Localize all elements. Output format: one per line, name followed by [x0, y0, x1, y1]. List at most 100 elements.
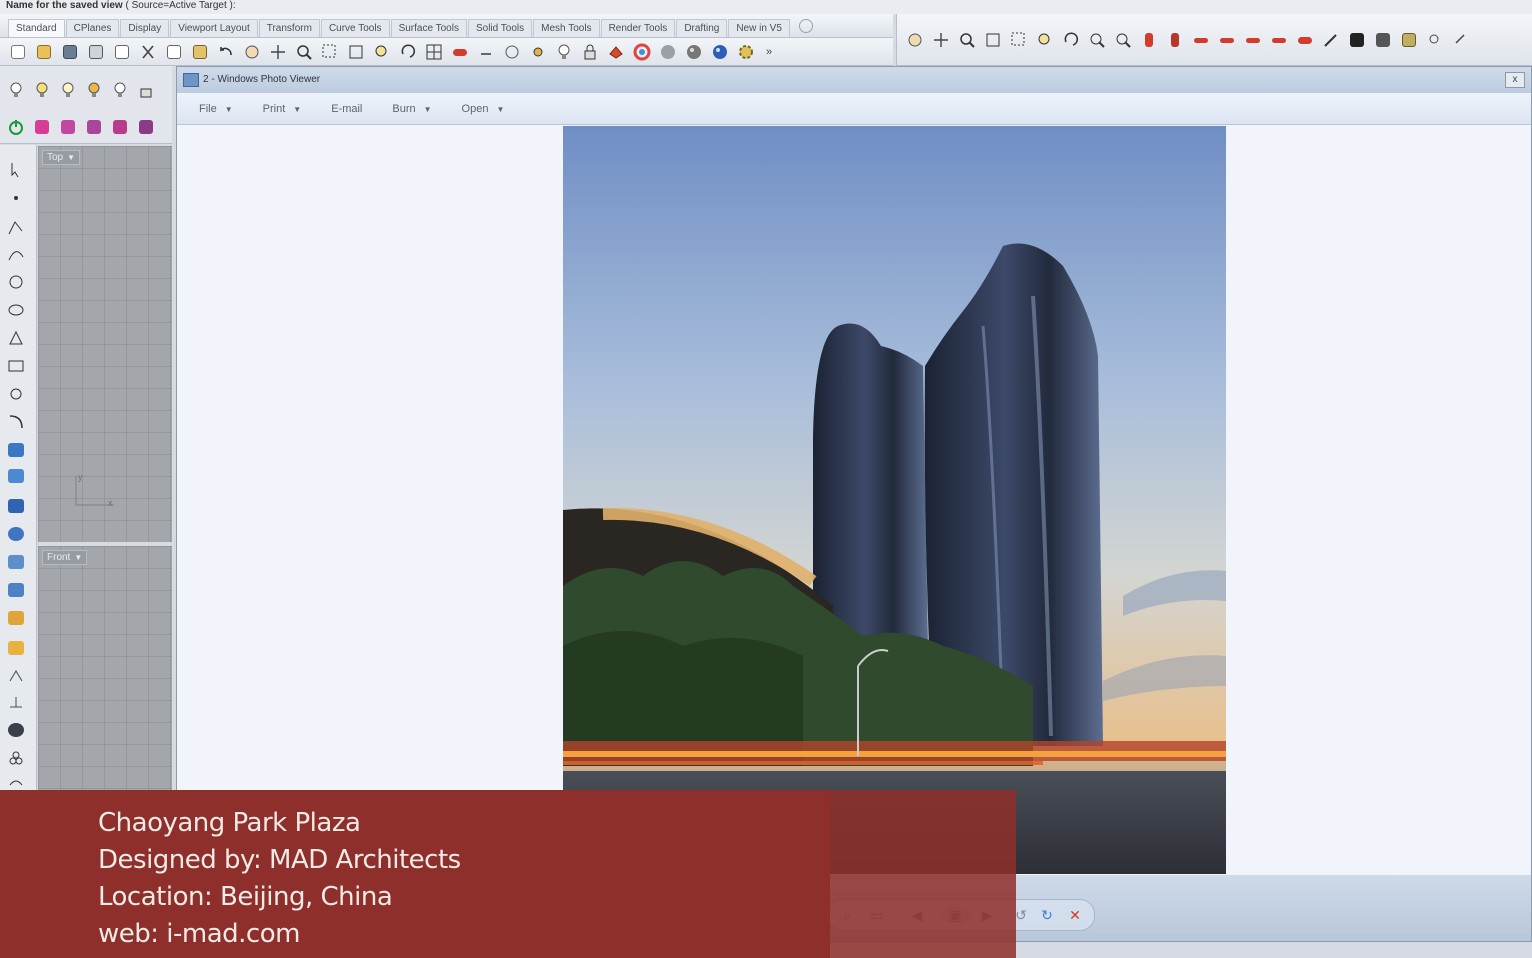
- render-sphere-icon[interactable]: [658, 42, 678, 62]
- tab-standard[interactable]: Standard: [8, 19, 65, 37]
- curve-icon[interactable]: [6, 245, 26, 263]
- tab-surface-tools[interactable]: Surface Tools: [390, 19, 467, 37]
- select-arrow-icon[interactable]: [6, 161, 26, 179]
- tab-viewport-layout[interactable]: Viewport Layout: [170, 19, 258, 37]
- rotate-view-icon[interactable]: [398, 42, 418, 62]
- copy-icon[interactable]: [164, 42, 184, 62]
- undo-icon[interactable]: [216, 42, 236, 62]
- camera-icon[interactable]: [1347, 30, 1367, 50]
- zoom-selected-icon[interactable]: [372, 42, 392, 62]
- tab-mesh-tools[interactable]: Mesh Tools: [533, 19, 600, 37]
- power-icon[interactable]: [6, 117, 26, 137]
- light-bulb-icon[interactable]: [6, 80, 26, 100]
- solid-box-icon[interactable]: [6, 497, 26, 515]
- move-cross-icon[interactable]: [931, 30, 951, 50]
- light-bulb-icon[interactable]: [110, 80, 130, 100]
- car-icon[interactable]: [450, 42, 470, 62]
- deform-icon[interactable]: [6, 639, 26, 657]
- ellipse-icon[interactable]: [6, 301, 26, 319]
- tab-render-tools[interactable]: Render Tools: [600, 19, 676, 37]
- cube-icon[interactable]: [58, 117, 78, 137]
- transform-icon[interactable]: [6, 609, 26, 627]
- car-icon[interactable]: [1243, 30, 1263, 50]
- save-icon[interactable]: [60, 42, 80, 62]
- surface-edit-icon[interactable]: [6, 467, 26, 485]
- open-folder-icon[interactable]: [34, 42, 54, 62]
- circle-icon[interactable]: [6, 273, 26, 291]
- zoom-icon[interactable]: [294, 42, 314, 62]
- close-button[interactable]: x: [1505, 72, 1525, 88]
- circle-icon[interactable]: [502, 42, 522, 62]
- delete-icon[interactable]: ✕: [1066, 906, 1084, 924]
- rendered-sphere-icon[interactable]: [710, 42, 730, 62]
- group-icon[interactable]: [6, 749, 26, 767]
- light-bulb-icon[interactable]: [554, 42, 574, 62]
- menu-print[interactable]: Print ▼: [263, 103, 302, 115]
- command-options[interactable]: ( Source=Active Target ):: [126, 0, 236, 11]
- point-icon[interactable]: [6, 189, 26, 207]
- search-icon[interactable]: [1425, 30, 1445, 50]
- tab-transform[interactable]: Transform: [258, 19, 320, 37]
- surface-icon[interactable]: [6, 441, 26, 459]
- pan-hand-icon[interactable]: [905, 30, 925, 50]
- pencil-icon[interactable]: [1321, 30, 1341, 50]
- polyline-icon[interactable]: [6, 219, 26, 237]
- options-gear-icon[interactable]: [736, 42, 756, 62]
- render-icon[interactable]: [6, 721, 26, 739]
- light-bulb-icon[interactable]: [84, 80, 104, 100]
- command-prompt[interactable]: Name for the saved view ( Source=Active …: [0, 0, 1532, 14]
- tab-cplanes[interactable]: CPlanes: [65, 19, 120, 37]
- menu-burn[interactable]: Burn ▼: [392, 103, 431, 115]
- light-bulb-on-icon[interactable]: [32, 80, 52, 100]
- toolbar-overflow-button[interactable]: »: [766, 46, 772, 58]
- zoom-selected-icon[interactable]: [1035, 30, 1055, 50]
- solid-sphere-icon[interactable]: [6, 525, 26, 543]
- zoom-out-icon[interactable]: [1113, 30, 1133, 50]
- front-viewport[interactable]: Front ▼: [38, 546, 172, 790]
- box-icon[interactable]: [32, 117, 52, 137]
- select-icon[interactable]: [476, 42, 496, 62]
- zoom-in-icon[interactable]: [1087, 30, 1107, 50]
- tab-curve-tools[interactable]: Curve Tools: [320, 19, 390, 37]
- paste-icon[interactable]: [190, 42, 210, 62]
- print-icon[interactable]: [86, 42, 106, 62]
- color-wheel-icon[interactable]: [632, 42, 652, 62]
- lock-icon[interactable]: [580, 42, 600, 62]
- menu-open[interactable]: Open ▼: [462, 103, 505, 115]
- cut-icon[interactable]: [138, 42, 158, 62]
- dimension-icon[interactable]: [6, 667, 26, 685]
- light-bulb-icon[interactable]: [58, 80, 78, 100]
- car-icon[interactable]: [1295, 30, 1315, 50]
- lock-icon[interactable]: [136, 80, 156, 100]
- rotate-right-icon[interactable]: ↻: [1038, 906, 1056, 924]
- window-title-bar[interactable]: 2 - Windows Photo Viewer x: [177, 67, 1531, 93]
- car-icon[interactable]: [1269, 30, 1289, 50]
- tab-drafting[interactable]: Drafting: [676, 19, 728, 37]
- tab-new-in-v5[interactable]: New in V5: [728, 19, 790, 37]
- solid-box-icon[interactable]: [136, 117, 156, 137]
- printer-icon[interactable]: [1373, 30, 1393, 50]
- pan-hand-icon[interactable]: [242, 42, 262, 62]
- arc-icon[interactable]: [6, 385, 26, 403]
- rectangle-icon[interactable]: [6, 357, 26, 375]
- rotate-view-icon[interactable]: [1061, 30, 1081, 50]
- zoom-extents-icon[interactable]: [346, 42, 366, 62]
- shaded-sphere-icon[interactable]: [684, 42, 704, 62]
- zoom-extents-icon[interactable]: [983, 30, 1003, 50]
- array-icon[interactable]: [110, 117, 130, 137]
- zoom-window-icon[interactable]: [1009, 30, 1029, 50]
- car-icon[interactable]: [1217, 30, 1237, 50]
- menu-email[interactable]: E-mail: [331, 103, 362, 115]
- tab-solid-tools[interactable]: Solid Tools: [467, 19, 533, 37]
- extrude-icon[interactable]: [6, 581, 26, 599]
- fire-extinguisher-icon[interactable]: [1139, 30, 1159, 50]
- shapes-icon[interactable]: [84, 117, 104, 137]
- four-viewports-icon[interactable]: [424, 42, 444, 62]
- link-icon[interactable]: [1451, 30, 1471, 50]
- viewport-label-top[interactable]: Top ▼: [42, 150, 81, 165]
- help-icon[interactable]: [798, 19, 813, 33]
- menu-file[interactable]: File ▼: [199, 103, 233, 115]
- layout-icon[interactable]: [1399, 30, 1419, 50]
- move-cross-icon[interactable]: [268, 42, 288, 62]
- new-document-icon[interactable]: [112, 42, 132, 62]
